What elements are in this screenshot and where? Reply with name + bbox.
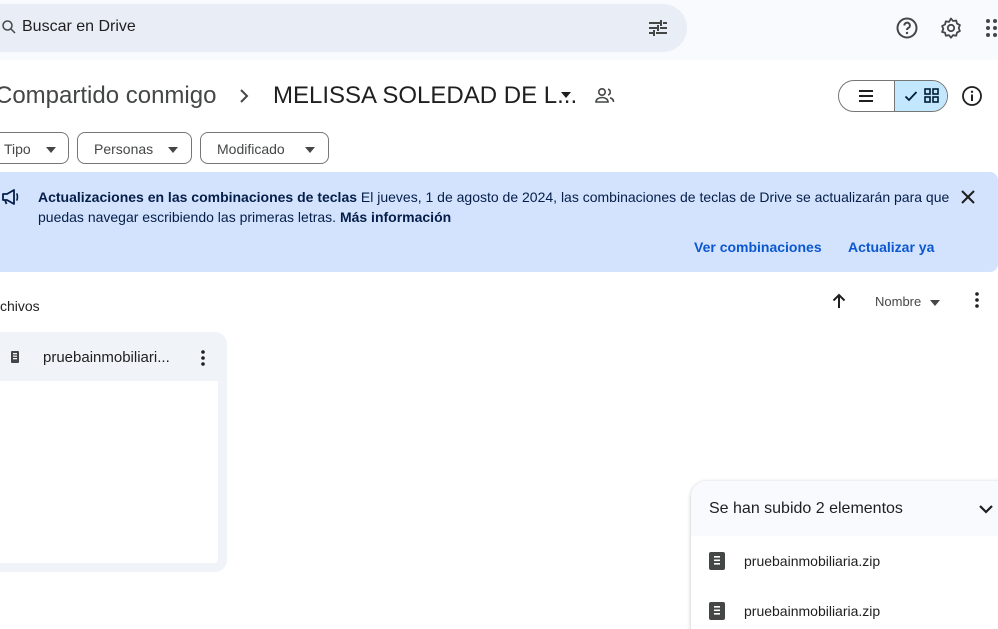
caret-down-icon xyxy=(46,147,56,153)
caret-down-icon[interactable] xyxy=(930,300,940,306)
help-icon[interactable] xyxy=(895,16,919,40)
more-vert-icon[interactable] xyxy=(194,348,212,368)
banner-title: Actualizaciones en las combinaciones de … xyxy=(38,189,358,205)
megaphone-icon xyxy=(2,189,19,205)
update-now-button[interactable]: Actualizar ya xyxy=(848,239,934,255)
file-thumbnail[interactable] xyxy=(0,381,218,563)
filter-type-chip[interactable]: Tipo xyxy=(0,132,69,164)
filter-modified-chip[interactable]: Modificado xyxy=(200,132,329,164)
grid-view-button[interactable] xyxy=(894,81,947,111)
chevron-right-icon xyxy=(240,89,249,103)
grid-icon xyxy=(924,88,939,103)
section-title: Archivos xyxy=(0,298,40,314)
view-shortcuts-button[interactable]: Ver combinaciones xyxy=(694,239,822,255)
zip-file-icon xyxy=(709,602,725,620)
filter-type-label: Tipo xyxy=(4,141,31,157)
list-view-button[interactable] xyxy=(839,81,894,111)
settings-icon[interactable] xyxy=(939,16,963,40)
breadcrumb-current-folder[interactable]: MELISSA SOLEDAD DE L... xyxy=(273,82,577,110)
view-toggle xyxy=(838,80,948,112)
zip-file-icon xyxy=(709,552,725,570)
filter-modified-label: Modificado xyxy=(217,141,285,157)
upload-panel: Se han subido 2 elementos pruebainmobili… xyxy=(691,481,998,629)
filter-people-chip[interactable]: Personas xyxy=(77,132,192,164)
file-name[interactable]: pruebainmobiliari... xyxy=(43,349,170,366)
upload-panel-title: Se han subido 2 elementos xyxy=(709,500,903,517)
file-card[interactable]: pruebainmobiliari... xyxy=(0,332,227,572)
arrow-up-icon[interactable] xyxy=(830,292,848,310)
sort-by-button[interactable]: Nombre xyxy=(875,294,921,309)
search-bar[interactable]: Buscar en Drive xyxy=(0,4,687,52)
filter-people-label: Personas xyxy=(94,141,154,157)
caret-down-icon xyxy=(305,147,315,153)
check-icon xyxy=(904,91,918,102)
caret-down-icon xyxy=(168,147,178,153)
upload-panel-header[interactable]: Se han subido 2 elementos xyxy=(691,481,998,536)
banner-message: Actualizaciones en las combinaciones de … xyxy=(38,187,953,227)
upload-item[interactable]: pruebainmobiliaria.zip xyxy=(691,537,998,587)
more-vert-icon[interactable] xyxy=(968,290,986,310)
search-options-icon[interactable] xyxy=(646,16,670,40)
banner-learn-more-link[interactable]: Más información xyxy=(340,209,451,225)
search-icon[interactable] xyxy=(0,18,18,36)
breadcrumb-parent[interactable]: Compartido conmigo xyxy=(0,82,216,110)
close-icon[interactable] xyxy=(959,188,977,206)
top-bar: Buscar en Drive xyxy=(0,0,998,60)
list-icon xyxy=(859,90,873,102)
info-icon[interactable] xyxy=(961,85,983,107)
keyboard-shortcuts-banner: Actualizaciones en las combinaciones de … xyxy=(0,172,998,272)
chevron-down-icon[interactable] xyxy=(978,503,994,515)
caret-down-icon[interactable] xyxy=(560,91,572,99)
apps-grid-icon[interactable] xyxy=(983,16,998,40)
upload-item-name[interactable]: pruebainmobiliaria.zip xyxy=(744,553,880,569)
search-input[interactable]: Buscar en Drive xyxy=(22,18,136,36)
upload-item[interactable]: pruebainmobiliaria.zip xyxy=(691,587,998,629)
shared-people-icon[interactable] xyxy=(594,86,616,106)
zip-file-icon xyxy=(11,351,19,363)
upload-item-name[interactable]: pruebainmobiliaria.zip xyxy=(744,603,880,619)
